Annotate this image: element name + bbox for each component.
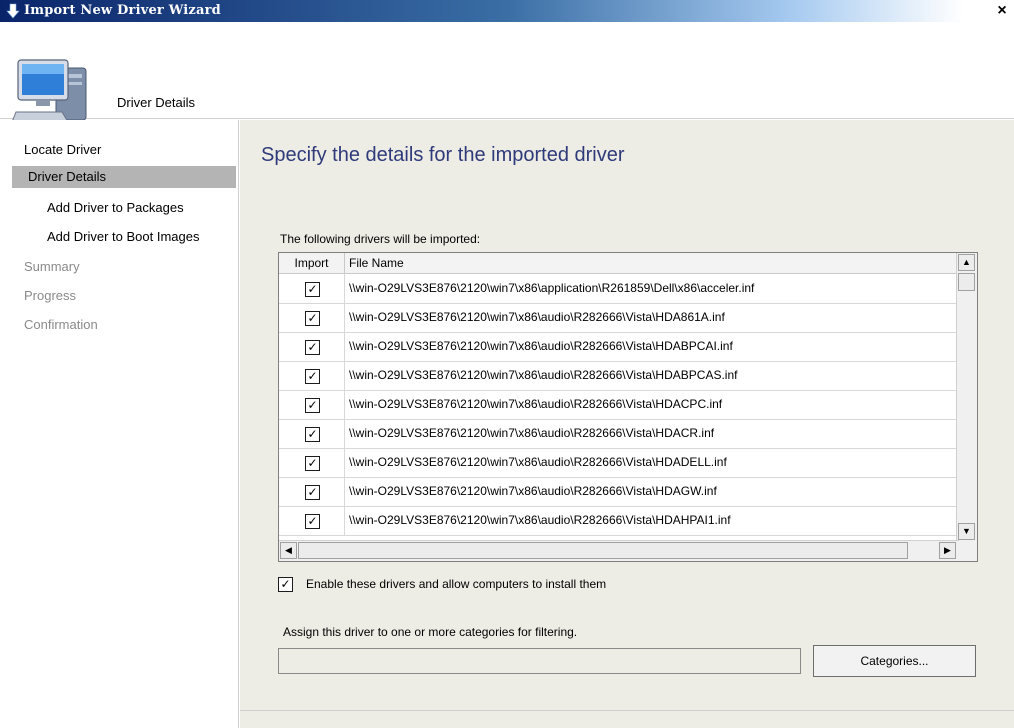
scroll-down-button[interactable]: ▼ <box>958 523 975 540</box>
horizontal-scrollbar[interactable]: ◀ ▶ <box>279 540 959 561</box>
table-row[interactable]: ✓ \\win-O29LVS3E876\2120\win7\x86\audio\… <box>279 303 957 333</box>
step-locate-driver[interactable]: Locate Driver <box>24 142 101 157</box>
main-heading: Specify the details for the imported dri… <box>261 144 625 166</box>
step-add-driver-to-packages[interactable]: Add Driver to Packages <box>47 200 184 215</box>
arrow-icon <box>6 3 20 19</box>
import-checkbox[interactable]: ✓ <box>305 282 320 297</box>
scroll-up-button[interactable]: ▲ <box>958 254 975 271</box>
import-checkbox[interactable]: ✓ <box>305 485 320 500</box>
computer-icon <box>12 59 87 123</box>
scroll-left-button[interactable]: ◀ <box>280 542 297 559</box>
vertical-scrollbar[interactable]: ▲ ▼ <box>956 253 977 541</box>
enable-drivers-checkbox[interactable]: ✓ <box>278 577 293 592</box>
import-checkbox[interactable]: ✓ <box>305 311 320 326</box>
file-name-cell: \\win-O29LVS3E876\2120\win7\x86\audio\R2… <box>349 455 727 469</box>
column-header-import[interactable]: Import <box>279 253 345 273</box>
table-row[interactable]: ✓ \\win-O29LVS3E876\2120\win7\x86\audio\… <box>279 332 957 362</box>
import-checkbox[interactable]: ✓ <box>305 398 320 413</box>
step-add-driver-to-boot-images[interactable]: Add Driver to Boot Images <box>47 229 199 244</box>
column-header-file-name[interactable]: File Name <box>349 253 404 273</box>
scrollbar-corner <box>957 541 977 561</box>
divider <box>240 710 1014 711</box>
table-row[interactable]: ✓ \\win-O29LVS3E876\2120\win7\x86\applic… <box>279 274 957 304</box>
step-confirmation: Confirmation <box>24 317 98 332</box>
table-row[interactable]: ✓ \\win-O29LVS3E876\2120\win7\x86\audio\… <box>279 419 957 449</box>
table-row[interactable]: ✓ \\win-O29LVS3E876\2120\win7\x86\audio\… <box>279 477 957 507</box>
import-checkbox[interactable]: ✓ <box>305 456 320 471</box>
file-name-cell: \\win-O29LVS3E876\2120\win7\x86\audio\R2… <box>349 397 723 411</box>
horizontal-scroll-thumb[interactable] <box>298 542 908 559</box>
table-row[interactable]: ✓ \\win-O29LVS3E876\2120\win7\x86\audio\… <box>279 361 957 391</box>
enable-drivers-label[interactable]: Enable these drivers and allow computers… <box>306 577 606 591</box>
file-name-cell: \\win-O29LVS3E876\2120\win7\x86\audio\R2… <box>349 368 738 382</box>
file-name-cell: \\win-O29LVS3E876\2120\win7\x86\audio\R2… <box>349 339 733 353</box>
file-name-cell: \\win-O29LVS3E876\2120\win7\x86\audio\R2… <box>349 426 715 440</box>
table-row[interactable]: ✓ \\win-O29LVS3E876\2120\win7\x86\audio\… <box>279 448 957 478</box>
import-checkbox[interactable]: ✓ <box>305 514 320 529</box>
table-row[interactable]: ✓ \\win-O29LVS3E876\2120\win7\x86\audio\… <box>279 506 957 536</box>
step-summary: Summary <box>24 259 80 274</box>
table-row[interactable]: ✓ \\win-O29LVS3E876\2120\win7\x86\audio\… <box>279 390 957 420</box>
drivers-list-label: The following drivers will be imported: <box>280 232 481 246</box>
scroll-right-button[interactable]: ▶ <box>939 542 956 559</box>
main-panel: Specify the details for the imported dri… <box>240 120 1014 728</box>
table-header: Import File Name <box>279 253 957 274</box>
close-button[interactable]: × <box>994 3 1010 19</box>
window-title: Import New Driver Wizard <box>24 3 221 18</box>
import-checkbox[interactable]: ✓ <box>305 340 320 355</box>
file-name-cell: \\win-O29LVS3E876\2120\win7\x86\audio\R2… <box>349 513 731 527</box>
categories-button[interactable]: Categories... <box>813 645 976 677</box>
categories-field <box>278 648 801 674</box>
wizard-steps-sidebar: Locate Driver Driver Details Add Driver … <box>0 120 239 728</box>
step-driver-details[interactable]: Driver Details <box>12 166 236 188</box>
page-title: Driver Details <box>117 95 196 110</box>
step-progress: Progress <box>24 288 77 303</box>
import-checkbox[interactable]: ✓ <box>305 369 320 384</box>
file-name-cell: \\win-O29LVS3E876\2120\win7\x86\applicat… <box>349 281 755 295</box>
wizard-header: Driver Details <box>0 22 1014 123</box>
import-checkbox[interactable]: ✓ <box>305 427 320 442</box>
vertical-scroll-thumb[interactable] <box>958 273 975 291</box>
assign-categories-label: Assign this driver to one or more catego… <box>283 625 578 639</box>
file-name-cell: \\win-O29LVS3E876\2120\win7\x86\audio\R2… <box>349 484 717 498</box>
drivers-table: Import File Name ✓ \\win-O29LVS3E876\212… <box>278 252 978 562</box>
title-bar: Import New Driver Wizard × <box>0 0 1014 22</box>
file-name-cell: \\win-O29LVS3E876\2120\win7\x86\audio\R2… <box>349 310 725 324</box>
